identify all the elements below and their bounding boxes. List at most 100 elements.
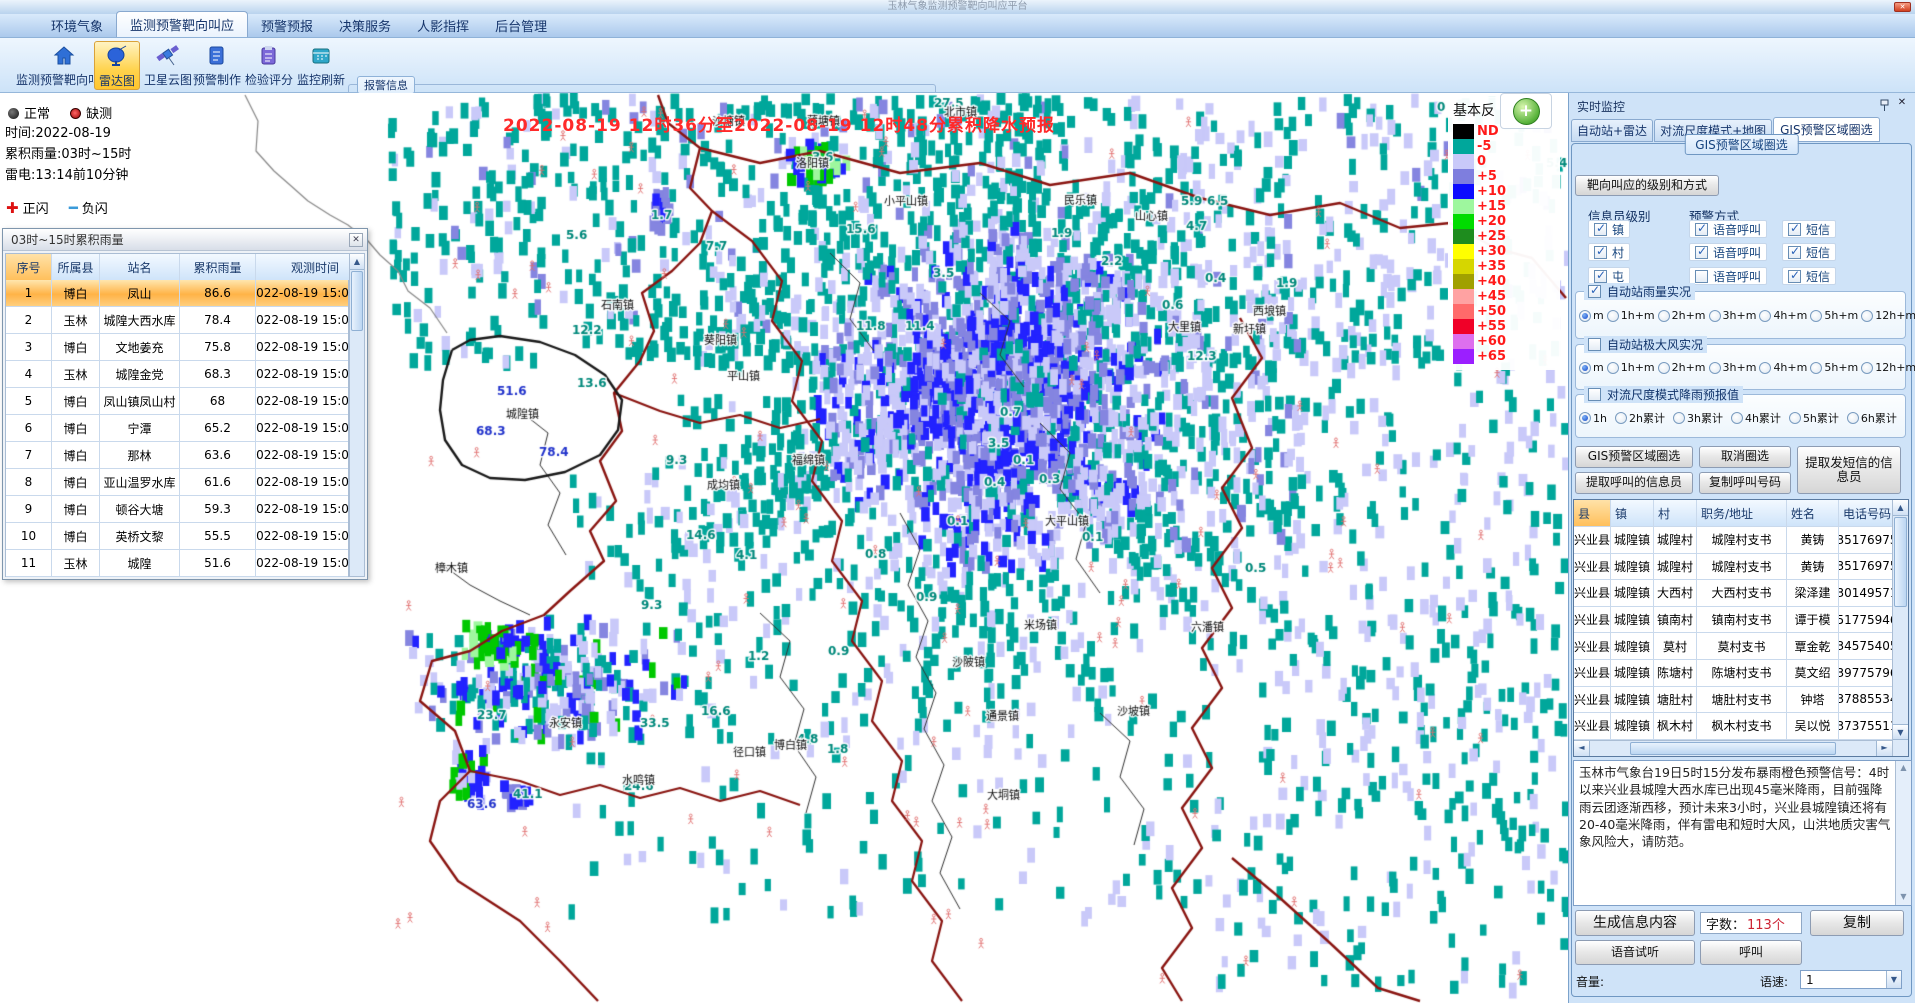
voice-call-checkbox-屯[interactable]: 语音呼叫 (1689, 267, 1767, 285)
contact-row[interactable]: 兴业县城隍镇镇南村镇南村支书谭于模1517759468 (1574, 607, 1908, 634)
contact-row[interactable]: 兴业县城隍镇城隍村城隍村支书黄铸1351769759 (1574, 554, 1908, 581)
table-row[interactable]: 2玉林城隍大西水库78.42022-08-19 15:00 (6, 307, 348, 334)
column-header[interactable]: 镇 (1611, 500, 1654, 526)
radio-icon[interactable] (1847, 412, 1859, 424)
checkbox[interactable] (1695, 223, 1708, 236)
scroll-down-icon[interactable]: ▼ (1896, 890, 1911, 905)
rain-table-scrollbar[interactable]: ▲ (349, 253, 365, 577)
radio-icon[interactable] (1615, 412, 1627, 424)
cancel-select-button[interactable]: 取消圈选 (1699, 446, 1791, 468)
column-header[interactable]: 姓名 (1787, 500, 1839, 526)
radio-option-2h累计[interactable]: 2h累计 (1615, 410, 1665, 426)
extract-sms-button[interactable]: 提取发短信的信息员 (1797, 446, 1901, 494)
radio-option-5h累计[interactable]: 5h累计 (1789, 410, 1839, 426)
message-vscrollbar[interactable]: ▲ ▼ (1895, 761, 1911, 905)
radio-option-1h+m[interactable]: 1h+m (1607, 309, 1655, 322)
scroll-thumb[interactable] (1630, 742, 1836, 755)
radio-option-4h+m[interactable]: 4h+m (1759, 309, 1807, 322)
radio-option-5h+m[interactable]: 5h+m (1810, 309, 1858, 322)
radio-option-4h+m[interactable]: 4h+m (1759, 361, 1807, 374)
rain-group-checkbox[interactable] (1588, 285, 1601, 298)
table-row[interactable]: 9博白顿谷大塘59.32022-08-19 15:00 (6, 496, 348, 523)
radio-icon[interactable] (1579, 310, 1591, 322)
checkbox[interactable] (1695, 270, 1708, 283)
radio-icon[interactable] (1759, 362, 1771, 374)
table-row[interactable]: 10博白英桥文黎55.52022-08-19 15:00 (6, 523, 348, 550)
scroll-up-icon[interactable]: ▲ (1893, 500, 1908, 516)
speed-dropdown[interactable]: 1 ▼ (1800, 970, 1902, 989)
column-header[interactable]: 累积雨量 (180, 254, 256, 280)
radio-icon[interactable] (1861, 310, 1873, 322)
table-row[interactable]: 4玉林城隍金党68.32022-08-19 15:00 (6, 361, 348, 388)
radio-option-1h+m[interactable]: 1h+m (1607, 361, 1655, 374)
level-checkbox-村[interactable]: 村 (1588, 243, 1630, 261)
scroll-thumb[interactable] (1894, 517, 1907, 607)
zoom-in-button[interactable]: + (1513, 98, 1540, 125)
generate-message-button[interactable]: 生成信息内容 (1575, 910, 1695, 936)
menu-item-监测预警靶向叫应[interactable]: 监测预警靶向叫应 (116, 11, 248, 37)
table-row[interactable]: 8博白亚山温罗水库61.62022-08-19 15:00 (6, 469, 348, 496)
radio-option-m[interactable]: m (1579, 309, 1604, 322)
sms-checkbox-村[interactable]: 短信 (1782, 243, 1836, 261)
column-header[interactable]: 所属县 (52, 254, 100, 280)
table-row[interactable]: 7博白那林63.62022-08-19 15:00 (6, 442, 348, 469)
radio-option-12h+m[interactable]: 12h+m (1861, 309, 1915, 322)
contact-row[interactable]: 兴业县城隍镇城隍村城隍村支书黄铸1351769759 (1574, 527, 1908, 554)
table-row[interactable]: 11玉林城隍51.62022-08-19 15:00 (6, 550, 348, 577)
contact-row[interactable]: 兴业县城隍镇陈塘村陈塘村支书莫文绍1397757966 (1574, 660, 1908, 687)
radio-option-12h+m[interactable]: 12h+m (1861, 361, 1915, 374)
contact-table-hscrollbar[interactable]: ◄ ► (1574, 740, 1892, 756)
radio-icon[interactable] (1579, 362, 1591, 374)
pin-icon[interactable] (1877, 97, 1891, 111)
column-header[interactable]: 县 (1574, 500, 1611, 526)
warning-message-textarea[interactable]: 玉林市气象台19日5时15分发布暴雨橙色预警信号：4时以来兴业县城隍大西水库已出… (1573, 760, 1912, 906)
radio-icon[interactable] (1658, 362, 1670, 374)
toolbar-item-监控刷新[interactable]: 监控刷新 (296, 41, 346, 90)
forecast-group-checkbox[interactable] (1588, 388, 1601, 401)
radio-option-6h累计[interactable]: 6h累计 (1847, 410, 1897, 426)
scroll-up-icon[interactable]: ▲ (1896, 761, 1911, 776)
column-header[interactable]: 站名 (100, 254, 180, 280)
scroll-down-icon[interactable]: ▼ (1893, 724, 1908, 740)
checkbox[interactable] (1695, 246, 1708, 259)
toolbar-item-雷达图[interactable]: 雷达图 (94, 41, 140, 90)
toolbar-item-卫星云图[interactable]: 卫星云图 (142, 41, 194, 90)
contact-table-vscrollbar[interactable]: ▲ ▼ (1892, 500, 1908, 756)
scroll-right-icon[interactable]: ► (1876, 741, 1892, 756)
wind-group-checkbox[interactable] (1588, 338, 1601, 351)
window-close-button[interactable]: ✕ (1894, 2, 1911, 12)
voice-call-checkbox-村[interactable]: 语音呼叫 (1689, 243, 1767, 261)
contact-row[interactable]: 兴业县城隍镇塘肚村塘肚村支书钟塔1378855341 (1574, 687, 1908, 714)
scroll-thumb[interactable] (351, 271, 363, 331)
radio-icon[interactable] (1810, 362, 1822, 374)
contact-row[interactable]: 兴业县城隍镇枫木村枫木村支书吴以悦1373755111 (1574, 713, 1908, 740)
radio-option-3h+m[interactable]: 3h+m (1709, 309, 1757, 322)
table-row[interactable]: 3博白文地姜充75.82022-08-19 15:00 (6, 334, 348, 361)
radio-option-4h累计[interactable]: 4h累计 (1731, 410, 1781, 426)
rain-table-close-icon[interactable]: ✕ (349, 233, 363, 247)
column-header[interactable]: 观测时间 (256, 254, 350, 280)
column-header[interactable]: 电话号码 (1839, 500, 1896, 526)
radio-icon[interactable] (1810, 310, 1822, 322)
radio-option-3h累计[interactable]: 3h累计 (1673, 410, 1723, 426)
call-level-button[interactable]: 靶向叫应的级别和方式 (1575, 175, 1719, 196)
radio-icon[interactable] (1607, 310, 1619, 322)
menu-item-预警预报[interactable]: 预警预报 (248, 13, 326, 37)
radio-icon[interactable] (1673, 412, 1685, 424)
checkbox[interactable] (1594, 223, 1607, 236)
radio-option-2h+m[interactable]: 2h+m (1658, 361, 1706, 374)
checkbox[interactable] (1594, 246, 1607, 259)
tab-自动站+雷达[interactable]: 自动站+雷达 (1571, 119, 1653, 142)
gis-select-button[interactable]: GIS预警区域圈选 (1575, 446, 1693, 468)
scroll-up-icon[interactable]: ▲ (350, 254, 364, 270)
toolbar-item-检验评分[interactable]: 检验评分 (244, 41, 294, 90)
panel-close-icon[interactable]: ✕ (1895, 96, 1909, 110)
radio-icon[interactable] (1759, 310, 1771, 322)
column-header[interactable]: 序号 (6, 254, 52, 280)
radio-icon[interactable] (1709, 310, 1721, 322)
copy-number-button[interactable]: 复制呼叫号码 (1699, 472, 1791, 494)
menu-item-环境气象[interactable]: 环境气象 (38, 13, 116, 37)
menu-item-决策服务[interactable]: 决策服务 (326, 13, 404, 37)
menu-item-后台管理[interactable]: 后台管理 (482, 13, 560, 37)
radio-option-1h[interactable]: 1h (1579, 412, 1607, 425)
